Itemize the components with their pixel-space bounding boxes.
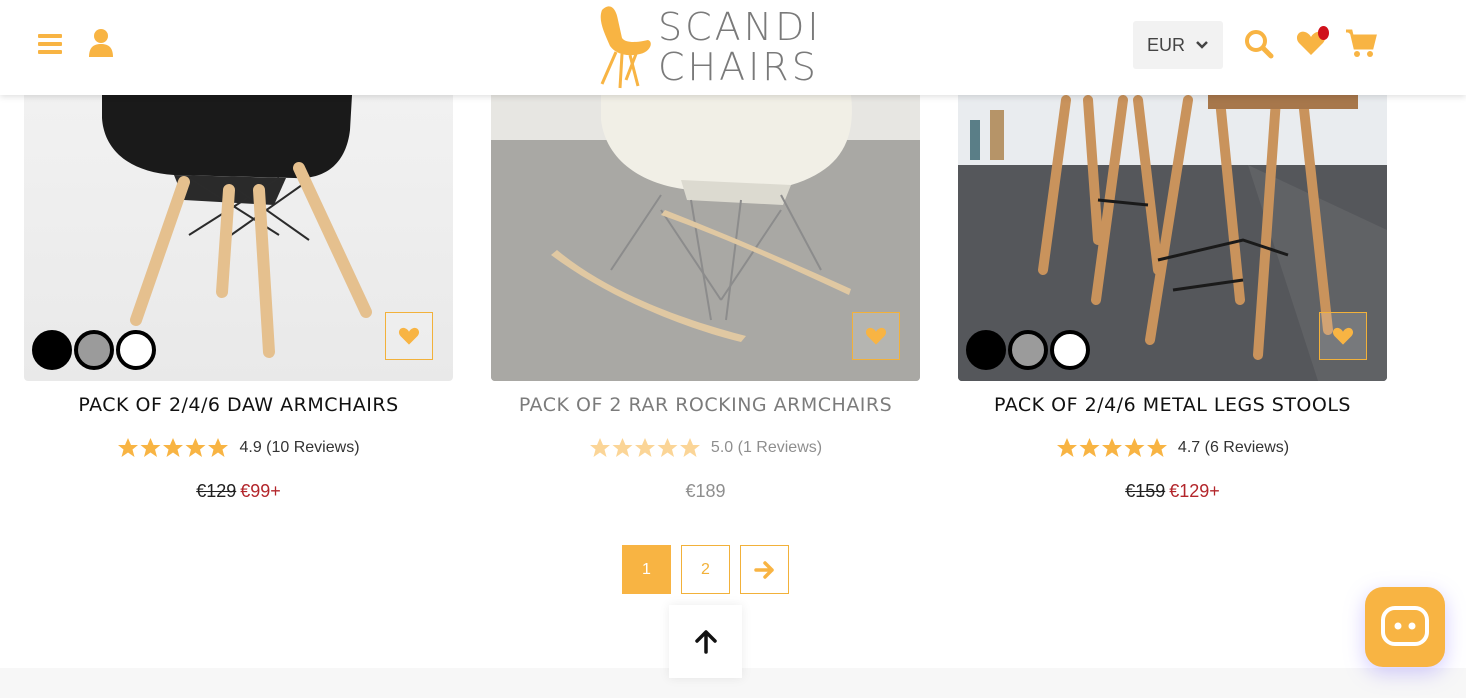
add-to-wishlist-button[interactable]: [385, 312, 433, 360]
arrow-up-icon: [694, 629, 717, 654]
logo-line1: SCANDI: [658, 5, 822, 49]
product-rating: 4.9 (10 Reviews): [24, 437, 453, 459]
search-icon[interactable]: [1243, 28, 1275, 60]
heart-icon: [398, 327, 420, 345]
site-header: SCANDI CHAIRS EUR: [0, 0, 1466, 95]
swatch-black[interactable]: [32, 330, 72, 370]
review-count[interactable]: 5.0 (1 Reviews): [711, 439, 822, 457]
sale-price: €129+: [1169, 481, 1220, 501]
regular-price: €189: [685, 481, 726, 501]
currency-select[interactable]: EUR: [1133, 21, 1223, 69]
arrow-right-icon: [753, 560, 774, 579]
wishlist-button[interactable]: [1294, 26, 1329, 60]
wishlist-badge: [1318, 26, 1329, 40]
swatch-white[interactable]: [1050, 330, 1090, 370]
heart-icon: [1332, 327, 1354, 345]
product-price: €129 €99+: [24, 481, 453, 502]
back-to-top-button[interactable]: [669, 605, 742, 678]
user-icon[interactable]: [86, 28, 116, 58]
product-price: €189: [491, 481, 920, 502]
add-to-wishlist-button[interactable]: [852, 312, 900, 360]
product-price: €159 €129+: [958, 481, 1387, 502]
chat-bot-icon: [1381, 606, 1429, 646]
old-price: €159: [1125, 481, 1166, 501]
chevron-down-icon: [1196, 41, 1208, 49]
page-2-button[interactable]: 2: [681, 545, 730, 594]
review-count[interactable]: 4.9 (10 Reviews): [239, 439, 359, 457]
cart-icon[interactable]: [1344, 27, 1378, 59]
rating-stars: [1056, 437, 1168, 459]
currency-value: EUR: [1146, 34, 1185, 55]
next-page-button[interactable]: [740, 545, 789, 594]
rating-stars: [117, 437, 229, 459]
swatch-white[interactable]: [116, 330, 156, 370]
heart-icon: [865, 327, 887, 345]
menu-icon[interactable]: [36, 30, 64, 58]
product-rating: 5.0 (1 Reviews): [491, 437, 920, 459]
logo-wordmark: SCANDI CHAIRS: [658, 7, 822, 87]
product-rating: 4.7 (6 Reviews): [958, 437, 1387, 459]
chair-logo-icon: [600, 6, 651, 89]
product-title[interactable]: PACK OF 2 RAR ROCKING ARMCHAIRS: [491, 394, 920, 416]
swatch-black[interactable]: [966, 330, 1006, 370]
scandi-chairs-logo[interactable]: SCANDI CHAIRS: [596, 2, 819, 92]
sale-price: €99+: [240, 481, 281, 501]
rating-stars: [589, 437, 701, 459]
product-title[interactable]: PACK OF 2/4/6 DAW ARMCHAIRS: [24, 394, 453, 416]
chat-widget-button[interactable]: [1365, 587, 1445, 667]
add-to-wishlist-button[interactable]: [1319, 312, 1367, 360]
review-count[interactable]: 4.7 (6 Reviews): [1178, 439, 1289, 457]
color-swatches: [32, 330, 156, 370]
swatch-grey[interactable]: [74, 330, 114, 370]
product-title[interactable]: PACK OF 2/4/6 METAL LEGS STOOLS: [958, 394, 1387, 416]
old-price: €129: [196, 481, 237, 501]
logo-line2: CHAIRS: [658, 45, 819, 89]
page-1-button[interactable]: 1: [622, 545, 671, 594]
swatch-grey[interactable]: [1008, 330, 1048, 370]
color-swatches: [966, 330, 1090, 370]
